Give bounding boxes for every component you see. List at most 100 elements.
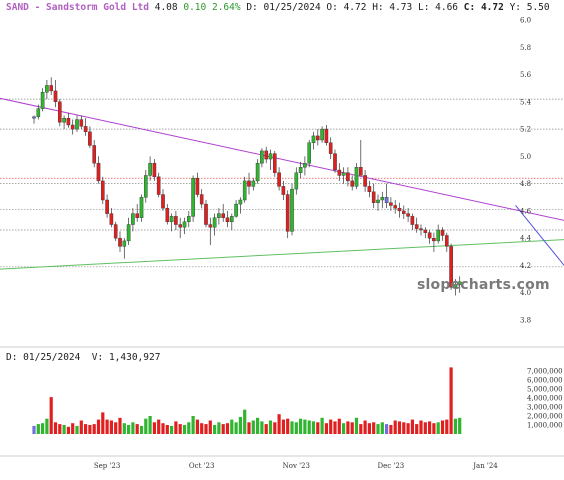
candle (96, 156, 101, 184)
price-tick-label: 5.8 (520, 44, 531, 52)
volume-bar (372, 422, 376, 434)
volume-bar (423, 422, 427, 434)
volume-bar (273, 422, 277, 434)
candle (62, 115, 66, 130)
candle (199, 189, 204, 209)
candle (328, 137, 333, 160)
candlestick-series (32, 77, 462, 296)
volume-bar (71, 423, 75, 434)
candle (143, 170, 148, 203)
volume-bar (363, 420, 367, 434)
candle (152, 159, 157, 181)
price-tick-label: 4.6 (520, 207, 532, 215)
volume-bar (122, 423, 126, 434)
candle (45, 80, 49, 100)
volume-bar (221, 424, 225, 434)
volume-bar (251, 420, 255, 434)
volume-bar (333, 421, 337, 434)
volume-tick-label: 1,000,000 (527, 422, 563, 430)
close-value: 4.72 (480, 2, 504, 13)
candle (397, 202, 402, 218)
volume-bar (307, 420, 311, 434)
candle (83, 118, 88, 136)
volume-bar (367, 423, 371, 434)
volume-bar (62, 425, 66, 434)
price-header: SAND - Sandstorm Gold Ltd 4.08 0.10 2.64… (6, 2, 550, 13)
last-price: 4.08 (154, 2, 178, 13)
volume-bar (299, 418, 303, 434)
candle (208, 217, 213, 245)
volume-bar (213, 425, 217, 434)
candle (290, 183, 294, 236)
volume-bar (230, 419, 234, 434)
volume-bar (144, 418, 148, 434)
volume-tick-label: 3,000,000 (527, 404, 563, 412)
candle (307, 140, 312, 168)
volume-bar (260, 421, 264, 434)
price-tick-label: 4.2 (520, 262, 531, 270)
volume-bar (410, 419, 414, 434)
volume-tick-label: 5,000,000 (527, 386, 563, 394)
volume-bar (376, 424, 380, 434)
date-tick-label: Nov '23 (283, 462, 310, 470)
volume-bar (92, 424, 96, 434)
candle (380, 191, 385, 209)
price-change: 0.10 (183, 2, 207, 13)
volume-bar (41, 423, 45, 434)
volume-bar (66, 426, 70, 434)
volume-bar (389, 425, 393, 434)
date-tick-label: Oct '23 (189, 462, 215, 470)
close-prefix: C: (463, 2, 476, 13)
candle (359, 140, 363, 176)
volume-bar (139, 425, 144, 434)
candle (191, 175, 195, 222)
candle (298, 161, 303, 179)
volume-bar (96, 419, 101, 434)
candle (414, 217, 419, 233)
candle (100, 176, 105, 205)
candle (139, 194, 144, 222)
volume-bar (393, 420, 397, 434)
volume-bar (290, 421, 294, 434)
candle (445, 232, 449, 252)
candle (49, 77, 53, 95)
candle (66, 112, 71, 128)
candle (148, 156, 152, 181)
volume-bar (152, 422, 156, 434)
volume-bar (238, 416, 242, 434)
volume-bar (303, 419, 307, 434)
price-tick-label: 4.4 (520, 235, 532, 243)
candle (410, 213, 415, 230)
watermark: slopecharts.com (417, 277, 550, 293)
candle (389, 197, 393, 211)
candle (268, 149, 273, 170)
candle (169, 213, 174, 232)
candle (182, 217, 187, 235)
volume-bar (109, 420, 113, 434)
volume-bar (187, 422, 191, 434)
candle (440, 227, 445, 241)
candle (238, 197, 243, 214)
stock-chart: 6.05.85.65.45.25.04.84.64.44.24.03.8 7,0… (0, 17, 564, 470)
volume-bar (324, 423, 328, 434)
candle (264, 146, 269, 164)
candle (273, 150, 277, 177)
price-tick-label: 3.8 (520, 317, 531, 325)
candle (277, 167, 281, 191)
candle (255, 159, 260, 184)
price-gridlines (0, 98, 564, 268)
volume-bar (436, 422, 440, 434)
candle (234, 200, 238, 218)
candle (204, 200, 208, 228)
candle (436, 224, 441, 244)
candle (363, 170, 367, 192)
price-tick-label: 4.8 (520, 180, 531, 188)
candle (58, 99, 62, 127)
candle (165, 204, 170, 225)
volume-series (32, 367, 462, 434)
date-label: D: 01/25/2024 (246, 2, 321, 13)
candle (92, 140, 96, 168)
volume-bar (316, 422, 320, 434)
y-label: Y: 5.50 (509, 2, 550, 13)
volume-bar (458, 417, 462, 434)
